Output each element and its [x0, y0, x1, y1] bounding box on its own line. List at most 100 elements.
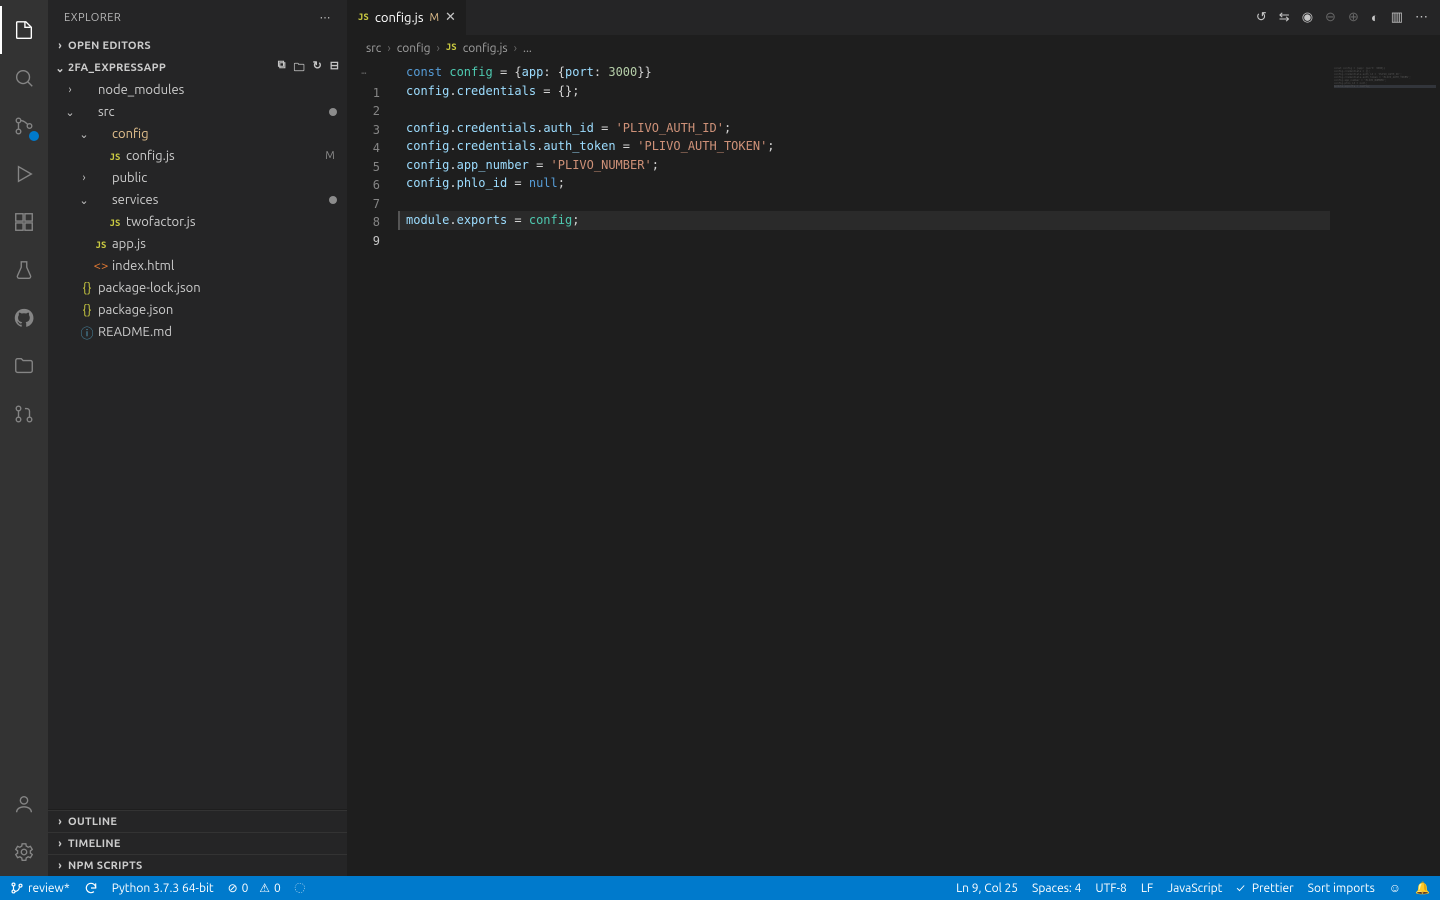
tree-folder[interactable]: › node_modules: [48, 79, 347, 101]
activity-settings-icon[interactable]: [0, 828, 48, 876]
explorer-sidebar: EXPLORER ⋯ › OPEN EDITORS ⌄ 2FA_EXPRESSA…: [48, 0, 348, 876]
js-icon: JS: [446, 43, 457, 53]
tree-file[interactable]: <>index.html: [48, 255, 347, 277]
status-spaces[interactable]: Spaces: 4: [1032, 882, 1081, 895]
branch-icon: [10, 881, 24, 895]
editor-actions: ↺ ⇆ ◉ ⊖ ⊕ ◐ ▥ ⋯: [1244, 0, 1440, 35]
tab-label: config.js: [375, 11, 424, 25]
tree-item-label: index.html: [112, 259, 337, 273]
file-icon: {}: [78, 303, 96, 317]
tree-file[interactable]: ⓘREADME.md: [48, 321, 347, 343]
compare-icon[interactable]: ⇆: [1279, 10, 1290, 25]
tree-item-label: config: [112, 127, 337, 141]
editor-body[interactable]: ⋯123456789 const config = {app: {port: 3…: [348, 61, 1440, 876]
sidebar-header: EXPLORER ⋯: [48, 0, 347, 35]
collapse-all-icon[interactable]: ⊟: [330, 59, 339, 78]
more-actions-icon[interactable]: ⋯: [1415, 10, 1428, 25]
split-editor-icon[interactable]: ▥: [1391, 10, 1403, 25]
new-folder-icon[interactable]: 🗀: [294, 59, 305, 78]
new-file-icon[interactable]: ⧉: [278, 59, 286, 78]
status-encoding[interactable]: UTF-8: [1095, 882, 1126, 895]
scm-badge: [28, 130, 40, 142]
tree-item-label: services: [112, 193, 325, 207]
git-lens-icon[interactable]: ◉: [1302, 10, 1313, 25]
project-section[interactable]: ⌄ 2FA_EXPRESSAPP ⧉ 🗀 ↻ ⊟: [48, 57, 347, 79]
tree-item-label: package-lock.json: [98, 281, 337, 295]
minimap[interactable]: const config = {app: {port: 3000}}config…: [1330, 61, 1440, 876]
history-icon[interactable]: ↺: [1256, 10, 1267, 25]
tree-item-label: public: [112, 171, 337, 185]
activity-search-icon[interactable]: [0, 54, 48, 102]
chevron-down-icon: ⌄: [62, 106, 78, 119]
status-interpreter[interactable]: Python 3.7.3 64-bit: [112, 882, 214, 895]
activity-scm-icon[interactable]: [0, 102, 48, 150]
git-status-badge: M: [323, 150, 337, 162]
status-language[interactable]: JavaScript: [1167, 882, 1222, 895]
activity-explorer-icon[interactable]: [0, 6, 48, 54]
open-editors-section[interactable]: › OPEN EDITORS: [48, 35, 347, 57]
tree-folder[interactable]: ⌄ services: [48, 189, 347, 211]
tab-config-js[interactable]: JS config.js M ✕: [348, 0, 467, 35]
status-eol[interactable]: LF: [1141, 882, 1153, 895]
activity-github-icon[interactable]: [0, 294, 48, 342]
chevron-right-icon: ›: [52, 838, 68, 850]
tree-file[interactable]: {}package-lock.json: [48, 277, 347, 299]
activity-testing-icon[interactable]: [0, 246, 48, 294]
outline-section[interactable]: ›OUTLINE: [48, 810, 347, 832]
tree-file[interactable]: JStwofactor.js: [48, 211, 347, 233]
file-icon: <>: [92, 259, 110, 273]
status-formatter[interactable]: Prettier: [1236, 882, 1293, 895]
line-gutter: ⋯123456789: [348, 61, 398, 876]
sidebar-title: EXPLORER: [64, 12, 320, 24]
tree-folder[interactable]: ⌄src: [48, 101, 347, 123]
file-icon: ⓘ: [78, 323, 96, 342]
chevron-right-icon: ›: [76, 172, 92, 184]
tree-item-label: node_modules: [98, 83, 337, 97]
npm-scripts-section[interactable]: ›NPM SCRIPTS: [48, 854, 347, 876]
chevron-down-icon: ⌄: [76, 194, 92, 207]
activity-debug-icon[interactable]: [0, 150, 48, 198]
status-bar: review* Python 3.7.3 64-bit ⊘0 ⚠0 ◌ Ln 9…: [0, 876, 1440, 900]
status-sort-imports[interactable]: Sort imports: [1308, 882, 1375, 895]
file-icon: JS: [106, 149, 124, 163]
chevron-right-icon: ›: [52, 860, 68, 872]
chevron-right-icon: ›: [52, 816, 68, 828]
sidebar-more-icon[interactable]: ⋯: [320, 11, 332, 24]
dirty-dot-icon: [329, 196, 337, 204]
sync-icon: [84, 881, 98, 895]
activity-bar: [0, 0, 48, 876]
tree-file[interactable]: {}package.json: [48, 299, 347, 321]
status-sync[interactable]: [84, 881, 98, 895]
status-cursor[interactable]: Ln 9, Col 25: [956, 882, 1018, 895]
chevron-right-icon: ›: [62, 84, 78, 96]
tree-item-label: twofactor.js: [126, 215, 337, 229]
next-change-icon[interactable]: ⊕: [1348, 10, 1359, 25]
activity-extensions-icon[interactable]: [0, 198, 48, 246]
open-preview-icon[interactable]: ◐: [1371, 10, 1379, 25]
file-icon: JS: [92, 237, 110, 251]
dirty-dot-icon: [329, 108, 337, 116]
activity-pullrequest-icon[interactable]: [0, 390, 48, 438]
prev-change-icon[interactable]: ⊖: [1325, 10, 1336, 25]
feedback-icon[interactable]: ☺: [1389, 881, 1401, 895]
activity-account-icon[interactable]: [0, 780, 48, 828]
timeline-section[interactable]: ›TIMELINE: [48, 832, 347, 854]
code-content[interactable]: const config = {app: {port: 3000}}config…: [398, 61, 1330, 876]
close-icon[interactable]: ✕: [445, 10, 456, 25]
tree-item-label: config.js: [126, 149, 323, 163]
status-live-icon[interactable]: ◌: [295, 882, 305, 895]
tree-folder[interactable]: ⌄config: [48, 123, 347, 145]
breadcrumb[interactable]: src› config› JS config.js› ...: [348, 35, 1440, 61]
js-icon: JS: [358, 13, 369, 23]
tree-file[interactable]: JSapp.js: [48, 233, 347, 255]
refresh-icon[interactable]: ↻: [313, 59, 322, 78]
tree-folder[interactable]: › public: [48, 167, 347, 189]
status-problems[interactable]: ⊘0 ⚠0: [228, 881, 281, 895]
tree-file[interactable]: JSconfig.jsM: [48, 145, 347, 167]
file-icon: {}: [78, 281, 96, 295]
bell-icon[interactable]: 🔔: [1415, 881, 1430, 895]
activity-folder-icon[interactable]: [0, 342, 48, 390]
chevron-down-icon: ⌄: [52, 62, 68, 75]
tree-item-label: README.md: [98, 325, 337, 339]
status-branch[interactable]: review*: [10, 881, 70, 895]
